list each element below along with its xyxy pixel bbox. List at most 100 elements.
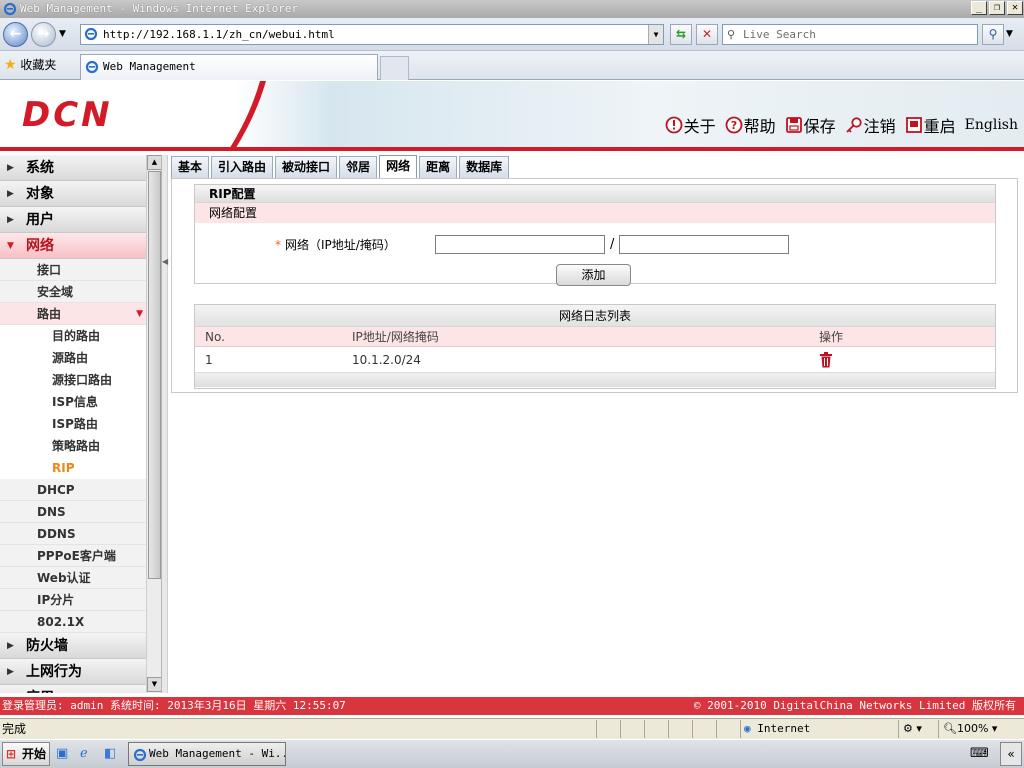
quicklaunch-ie-icon[interactable]: ℯ (80, 746, 88, 761)
search-options-icon[interactable]: ▼ (1006, 29, 1013, 39)
tab-redistribute[interactable]: 引入路由 (211, 156, 274, 178)
sidebar-collapse-handle[interactable]: ◀ (162, 155, 168, 693)
delete-icon[interactable] (819, 352, 833, 368)
help-link[interactable]: ? 帮助 (725, 113, 776, 137)
new-tab-button[interactable] (380, 56, 409, 80)
copyright: © 2001-2010 DigitalChina Networks Limite… (693, 699, 1016, 712)
windows-logo-icon: ⊞ (6, 747, 17, 761)
tab-distance[interactable]: 距离 (419, 156, 458, 178)
about-link[interactable]: 关于 (665, 113, 716, 137)
logout-link[interactable]: 注销 (845, 113, 896, 137)
url-text: http://192.168.1.1/zh_cn/webui.html (103, 28, 335, 41)
save-icon (785, 117, 802, 133)
sidebar-subitem-ip-fragment[interactable]: IP分片 (0, 589, 146, 611)
favorites-button[interactable]: ★ 收藏夹 (4, 57, 56, 73)
sidebar-subitem-dns[interactable]: DNS (0, 501, 146, 523)
zoom-button[interactable]: 🔍︎100% ▾ (938, 720, 1010, 738)
sidebar-subitem-pppoe[interactable]: PPPoE客户端 (0, 545, 146, 567)
sidebar-subitem-dhcp[interactable]: DHCP (0, 479, 146, 501)
scroll-up-button[interactable]: ▲ (147, 155, 161, 170)
history-dropdown-icon[interactable]: ▼ (59, 29, 66, 39)
zone-label: Internet (757, 722, 811, 735)
col-network-header: IP地址/网络掩码 (352, 330, 439, 344)
sidebar-route-policy[interactable]: 策略路由 (0, 435, 146, 457)
help-icon: ? (725, 116, 742, 134)
sidebar-route-source[interactable]: 源路由 (0, 347, 146, 369)
url-dropdown-button[interactable]: ▼ (648, 25, 663, 44)
search-input[interactable]: ⚲ Live Search (722, 24, 978, 45)
stop-button[interactable]: ✕ (696, 24, 718, 45)
sidebar-route-isp[interactable]: ISP路由 (0, 413, 146, 435)
sidebar-item-firewall[interactable]: ▶ 防火墙 (0, 633, 146, 659)
maximize-button[interactable]: ❐ (989, 1, 1005, 15)
restart-link[interactable]: 重启 (905, 113, 956, 137)
help-label: 帮助 (743, 117, 776, 136)
rip-config-title: RIP配置 (195, 185, 995, 203)
english-link[interactable]: English (965, 117, 1018, 133)
start-label: 开始 (22, 747, 47, 761)
network-list-table: 网络日志列表 No. IP地址/网络掩码 操作 1 10.1.2.0/24 (194, 304, 996, 389)
logout-key-icon (845, 117, 862, 133)
sidebar-item-application[interactable]: ▶ 应用 (0, 685, 146, 693)
tab-passive-interface[interactable]: 被动接口 (275, 156, 338, 178)
show-desktop-icon[interactable]: ▣ (56, 746, 68, 761)
netmask-input[interactable] (619, 235, 789, 254)
sidebar-subitem-interface[interactable]: 接口 (0, 259, 146, 281)
expand-arrow-icon: ▶ (7, 215, 14, 225)
minimize-button[interactable]: _ (971, 1, 987, 15)
sidebar-route-isp-info[interactable]: ISP信息 (0, 391, 146, 413)
status-cell (668, 720, 692, 738)
scroll-thumb[interactable] (148, 171, 161, 579)
sidebar-subitem-8021x[interactable]: 802.1X (0, 611, 146, 633)
sidebar-item-system[interactable]: ▶ 系统 (0, 155, 146, 181)
sidebar-subitem-ddns[interactable]: DDNS (0, 523, 146, 545)
sidebar-route-source-iface[interactable]: 源接口路由 (0, 369, 146, 391)
sidebar-subitem-web-auth[interactable]: Web认证 (0, 567, 146, 589)
browser-tab[interactable]: Web Management (80, 54, 378, 80)
add-button[interactable]: 添加 (556, 264, 631, 286)
scroll-down-button[interactable]: ▼ (147, 677, 161, 692)
tab-neighbor[interactable]: 邻居 (339, 156, 378, 178)
collapse-left-icon: ◀ (162, 257, 169, 266)
sidebar-scrollbar[interactable]: ▲ ▼ (146, 155, 161, 693)
rip-config-box: RIP配置 网络配置 * 网络（IP地址/掩码） / 添加 (194, 184, 996, 286)
back-button[interactable]: ← (3, 22, 28, 47)
tab-database[interactable]: 数据库 (459, 156, 510, 178)
network-list-title: 网络日志列表 (195, 305, 995, 327)
sidebar-item-label: 上网行为 (26, 664, 82, 680)
sidebar-subitem-routing[interactable]: 路由 ▼ (0, 303, 146, 325)
quicklaunch-app-icon[interactable]: ◧ (104, 746, 116, 761)
protected-mode-button[interactable]: ⚙ ▾ (898, 720, 938, 738)
zoom-level: 100% (956, 722, 989, 735)
tab-basic[interactable]: 基本 (171, 156, 210, 178)
taskbar-ie-window[interactable]: Web Management - Wi... (128, 742, 286, 766)
close-window-button[interactable]: ✕ (1007, 1, 1023, 15)
sidebar-item-internet-behavior[interactable]: ▶ 上网行为 (0, 659, 146, 685)
search-placeholder: Live Search (743, 28, 816, 41)
dcn-logo: DCN (22, 95, 113, 135)
sidebar-item-network[interactable]: ▼ 网络 (0, 233, 146, 259)
sidebar-item-label: 用户 (26, 212, 54, 228)
search-button[interactable]: ⚲ (982, 24, 1004, 45)
sidebar-route-rip[interactable]: RIP (0, 457, 146, 479)
keyboard-tray-icon[interactable]: ⌨ (970, 746, 989, 761)
sidebar-item-label: 防火墙 (26, 638, 68, 654)
start-button[interactable]: ⊞ 开始 (2, 742, 50, 766)
url-field[interactable]: http://192.168.1.1/zh_cn/webui.html ▼ (80, 24, 664, 45)
sidebar-subitem-security-zone[interactable]: 安全域 (0, 281, 146, 303)
row-no: 1 (205, 353, 213, 367)
zone-indicator[interactable]: ◉ Internet (740, 720, 898, 738)
forward-button[interactable]: → (31, 22, 56, 47)
windows-taskbar: ⊞ 开始 ▣ ℯ ◧ Web Management - Wi... ⌨ « (0, 739, 1024, 768)
sidebar-item-objects[interactable]: ▶ 对象 (0, 181, 146, 207)
tab-network[interactable]: 网络 (379, 155, 418, 179)
main-content: 基本 引入路由 被动接口 邻居 网络 距离 数据库 RIP配置 网络配置 * 网络… (169, 155, 1020, 693)
sidebar-item-users[interactable]: ▶ 用户 (0, 207, 146, 233)
refresh-button[interactable]: ⇆ (670, 24, 692, 45)
ip-address-input[interactable] (435, 235, 605, 254)
tray-expand-button[interactable]: « (1000, 742, 1022, 766)
sidebar-route-dest[interactable]: 目的路由 (0, 325, 146, 347)
collapse-arrow-icon: ▼ (7, 241, 14, 251)
header-links: 关于 ? 帮助 保存 注销 重启 English (656, 114, 1018, 136)
save-link[interactable]: 保存 (785, 113, 836, 137)
